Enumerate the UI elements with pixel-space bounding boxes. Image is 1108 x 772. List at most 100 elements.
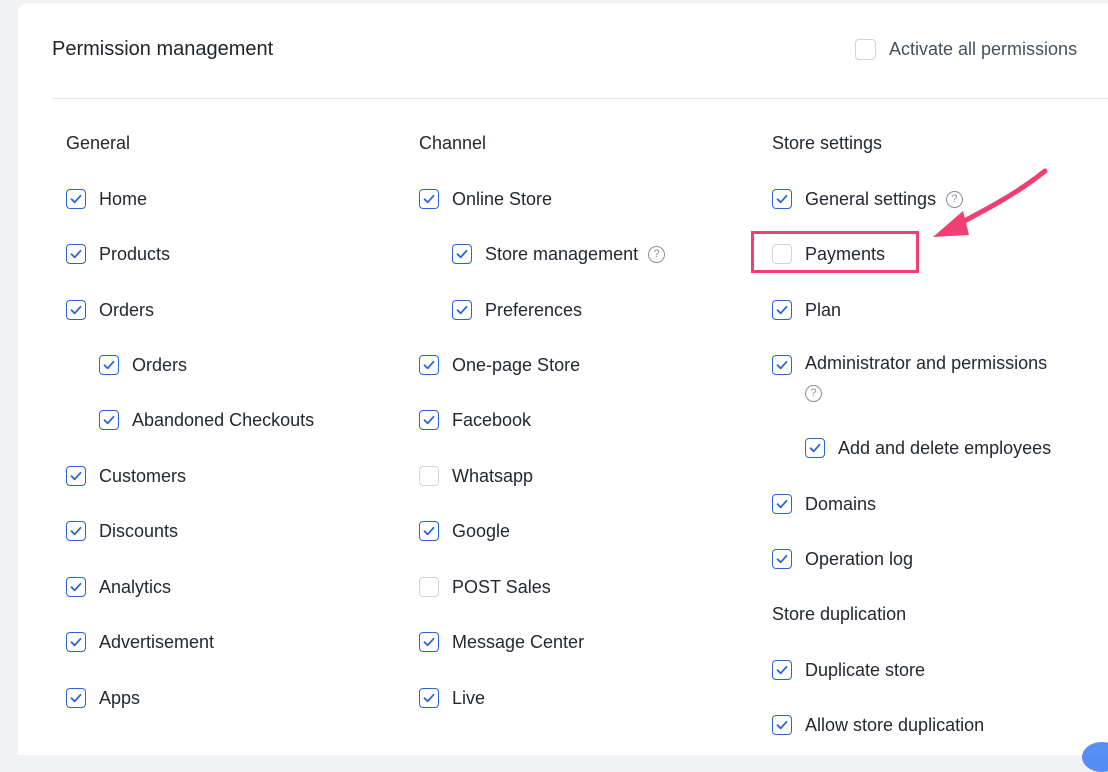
checkbox[interactable] — [419, 521, 439, 541]
permission-add-and-delete-employees[interactable]: Add and delete employees — [805, 436, 1051, 460]
check-icon — [103, 360, 115, 370]
permission-post-sales[interactable]: POST Sales — [419, 575, 551, 599]
check-icon — [423, 637, 435, 647]
permission-payments[interactable]: Payments — [772, 242, 885, 266]
permission-duplicate-store[interactable]: Duplicate store — [772, 658, 925, 682]
checkbox[interactable] — [66, 577, 86, 597]
checkbox[interactable] — [66, 300, 86, 320]
permission-label: Message Center — [452, 631, 585, 652]
check-icon — [70, 693, 82, 703]
permission-store-management[interactable]: Store management ? — [452, 242, 666, 266]
checkbox[interactable] — [772, 494, 792, 514]
permission-label: POST Sales — [452, 576, 551, 597]
checkbox[interactable] — [66, 466, 86, 486]
checkbox[interactable] — [419, 577, 439, 597]
permission-operation-log[interactable]: Operation log — [772, 547, 913, 571]
check-icon — [776, 499, 788, 509]
permission-label: Whatsapp — [452, 465, 534, 486]
check-icon — [103, 415, 115, 425]
checkbox[interactable] — [772, 355, 792, 375]
check-icon — [776, 554, 788, 564]
check-icon — [70, 526, 82, 536]
permission-domains[interactable]: Domains — [772, 492, 876, 516]
permission-facebook[interactable]: Facebook — [419, 408, 531, 432]
permission-preferences[interactable]: Preferences — [452, 298, 582, 322]
permission-orders-sub[interactable]: Orders — [99, 353, 187, 377]
permission-plan[interactable]: Plan — [772, 298, 841, 322]
permission-general-settings[interactable]: General settings ? — [772, 187, 964, 211]
checkbox[interactable] — [419, 355, 439, 375]
permission-label: Products — [99, 243, 171, 264]
permission-label: Administrator and permissions — [805, 353, 1048, 373]
activate-all-checkbox-box[interactable] — [855, 39, 876, 60]
checkbox[interactable] — [772, 660, 792, 680]
checkbox[interactable] — [66, 521, 86, 541]
column-title-store-duplication: Store duplication — [772, 604, 907, 624]
permission-allow-store-duplication[interactable]: Allow store duplication — [772, 713, 984, 737]
permission-whatsapp[interactable]: Whatsapp — [419, 464, 533, 488]
checkbox[interactable] — [772, 300, 792, 320]
permission-live[interactable]: Live — [419, 686, 485, 710]
question-circle-icon[interactable]: ? — [946, 190, 964, 208]
permission-label: Operation log — [805, 548, 914, 569]
check-icon — [70, 582, 82, 592]
checkbox[interactable] — [66, 688, 86, 708]
permission-home[interactable]: Home — [66, 187, 147, 211]
column-title-general: General — [66, 133, 131, 153]
checkbox[interactable] — [99, 355, 119, 375]
permission-products[interactable]: Products — [66, 242, 170, 266]
checkbox[interactable] — [772, 715, 792, 735]
permission-apps[interactable]: Apps — [66, 686, 140, 710]
permission-google[interactable]: Google — [419, 519, 510, 543]
check-icon — [776, 720, 788, 730]
checkbox[interactable] — [452, 300, 472, 320]
check-icon — [70, 249, 82, 259]
check-icon — [776, 194, 788, 204]
checkbox[interactable] — [419, 632, 439, 652]
checkbox[interactable] — [66, 632, 86, 652]
permission-abandoned-checkouts[interactable]: Abandoned Checkouts — [99, 408, 314, 432]
activate-all-label: Activate all permissions — [889, 39, 1078, 59]
permission-orders[interactable]: Orders — [66, 298, 154, 322]
corner-widget — [1082, 742, 1108, 772]
check-icon — [776, 665, 788, 675]
checkbox[interactable] — [419, 688, 439, 708]
permission-online-store[interactable]: Online Store — [419, 187, 552, 211]
checkbox[interactable] — [419, 189, 439, 209]
check-icon — [809, 443, 821, 453]
checkbox[interactable] — [805, 438, 825, 458]
checkbox[interactable] — [419, 466, 439, 486]
permission-label: Abandoned Checkouts — [132, 409, 315, 430]
activate-all-permissions-checkbox[interactable]: Activate all permissions — [855, 39, 1077, 60]
checkbox[interactable] — [772, 244, 792, 264]
permission-label: Preferences — [485, 299, 583, 320]
check-icon — [423, 693, 435, 703]
checkbox[interactable] — [452, 244, 472, 264]
checkbox[interactable] — [66, 189, 86, 209]
question-circle-icon[interactable]: ? — [648, 245, 666, 263]
checkbox[interactable] — [772, 549, 792, 569]
question-circle-icon[interactable]: ? — [805, 385, 822, 402]
column-title-store-settings: Store settings — [772, 133, 883, 153]
permission-label: Payments — [805, 243, 886, 264]
checkbox[interactable] — [66, 244, 86, 264]
permission-advertisement[interactable]: Advertisement — [66, 630, 214, 654]
permission-label: Plan — [805, 299, 842, 320]
checkbox[interactable] — [99, 410, 119, 430]
permission-administrator-and-permissions[interactable]: Administrator and permissions ? — [772, 353, 1048, 402]
check-icon — [776, 305, 788, 315]
permission-label: Orders — [132, 354, 188, 375]
checkbox[interactable] — [772, 189, 792, 209]
check-icon — [423, 415, 435, 425]
permission-customers[interactable]: Customers — [66, 464, 186, 488]
permission-label: Add and delete employees — [838, 437, 1052, 458]
checkbox[interactable] — [419, 410, 439, 430]
permission-one-page-store[interactable]: One-page Store — [419, 353, 580, 377]
permission-message-center[interactable]: Message Center — [419, 630, 584, 654]
permission-discounts[interactable]: Discounts — [66, 519, 178, 543]
permission-label: Allow store duplication — [805, 714, 985, 735]
permission-analytics[interactable]: Analytics — [66, 575, 171, 599]
permission-label: Home — [99, 188, 148, 209]
permission-label: Facebook — [452, 409, 532, 430]
permission-label: Domains — [805, 493, 877, 514]
